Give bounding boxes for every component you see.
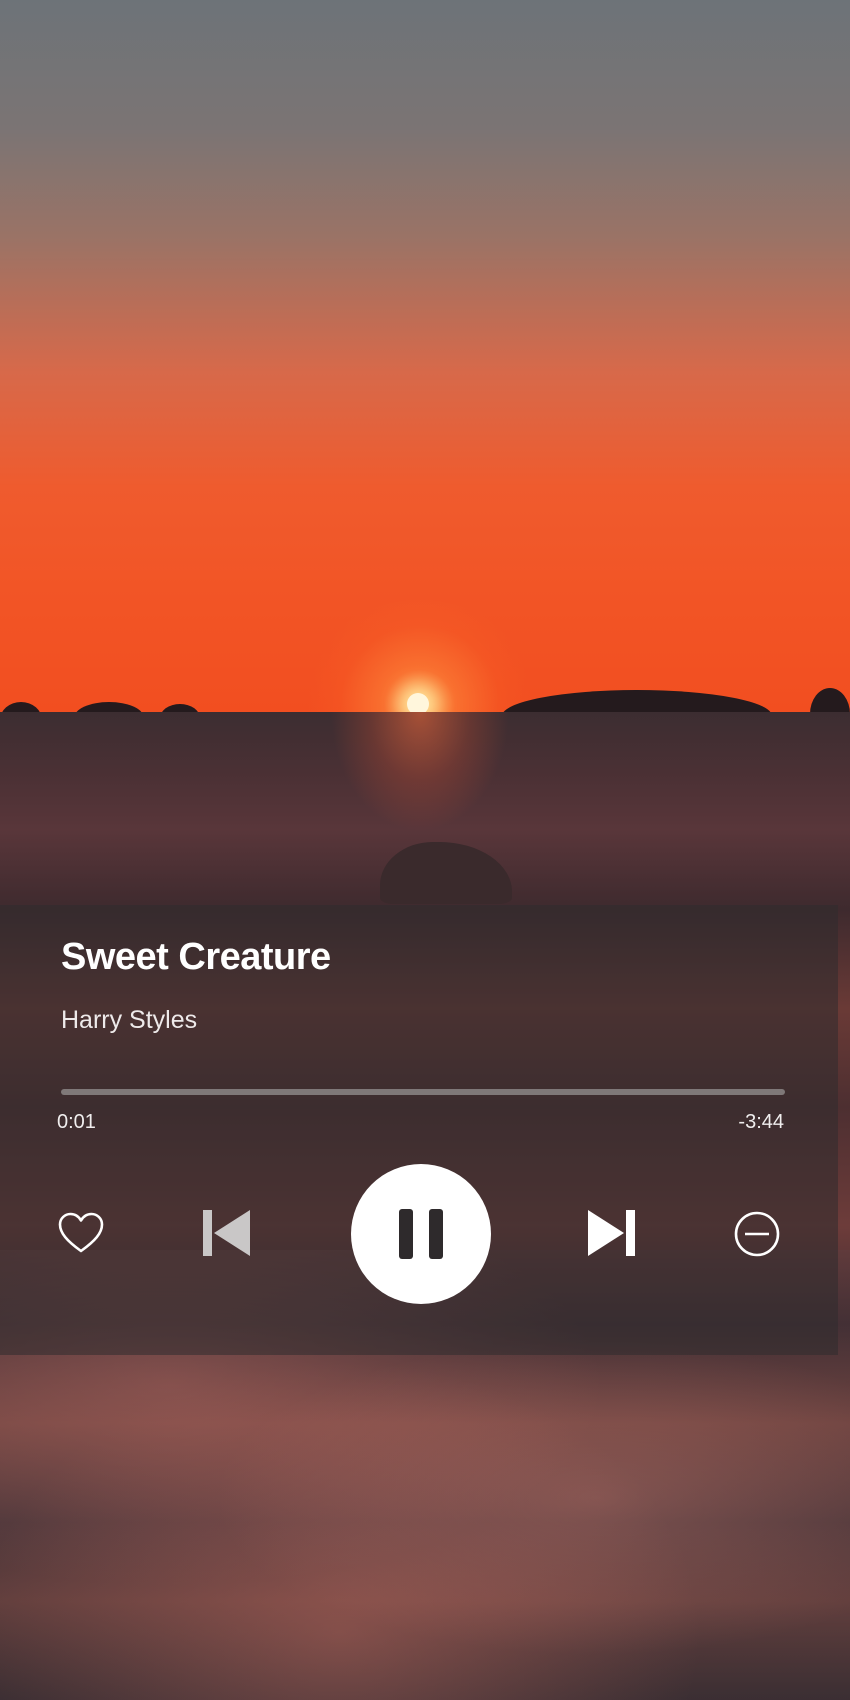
sun-reflection <box>330 712 510 832</box>
heart-outline-icon <box>58 1212 104 1253</box>
time-elapsed: 0:01 <box>57 1111 96 1133</box>
progress-bar[interactable] <box>61 1089 785 1095</box>
artist-name[interactable]: Harry Styles <box>61 1006 197 1035</box>
previous-button[interactable] <box>198 1206 254 1260</box>
next-button[interactable] <box>584 1206 640 1260</box>
pause-icon <box>399 1209 443 1259</box>
minus-circle-icon <box>734 1211 780 1257</box>
like-button[interactable] <box>56 1210 106 1256</box>
pause-button[interactable] <box>351 1164 491 1304</box>
background-photo <box>0 0 850 1700</box>
skip-previous-icon <box>203 1210 250 1256</box>
hide-song-button[interactable] <box>733 1210 781 1258</box>
time-remaining: -3:44 <box>738 1111 784 1133</box>
skip-next-icon <box>588 1210 635 1256</box>
song-title[interactable]: Sweet Creature <box>61 936 331 979</box>
